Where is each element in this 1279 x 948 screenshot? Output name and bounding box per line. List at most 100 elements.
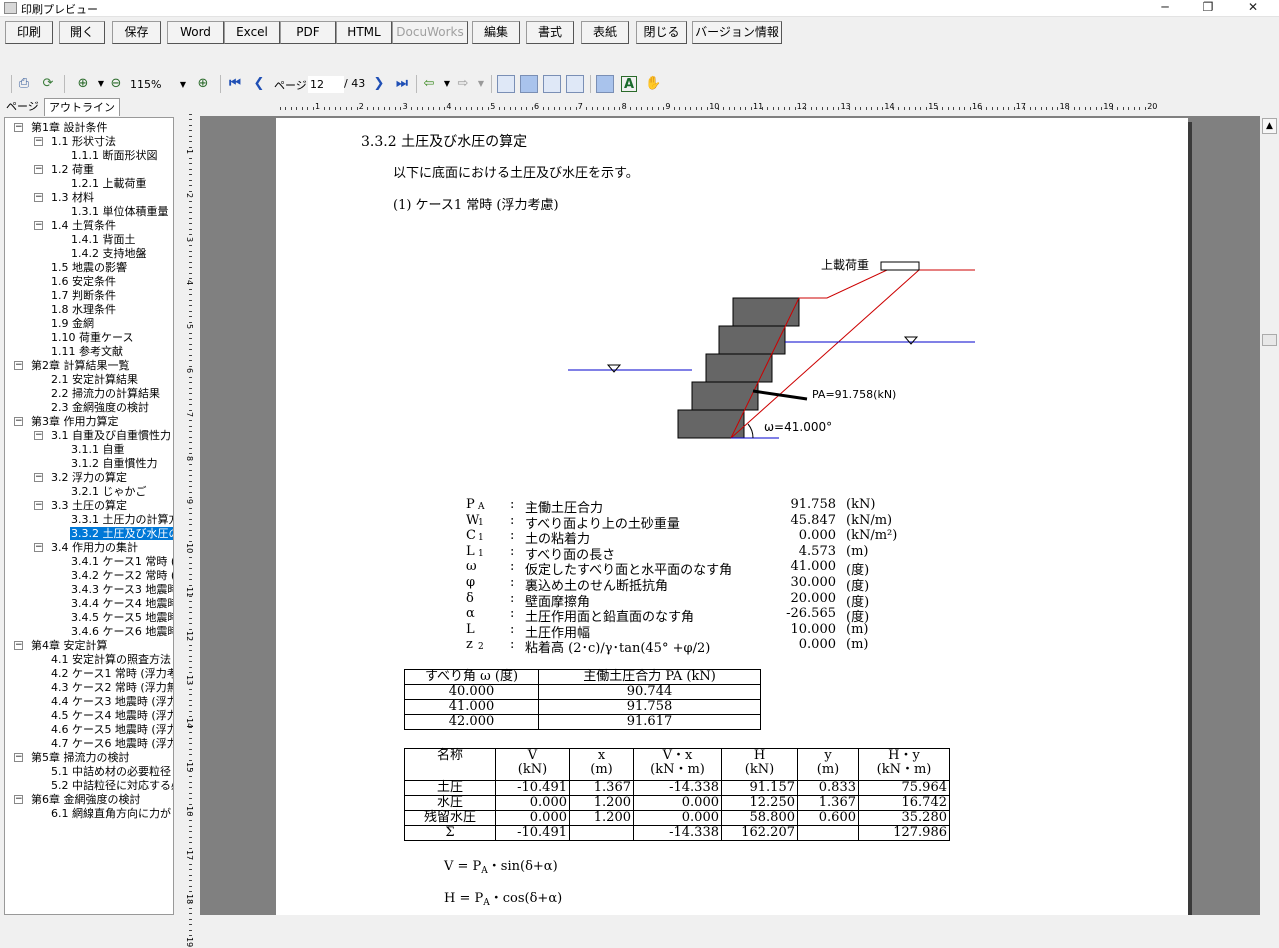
tree-item[interactable]: 1.9 金網 (50, 317, 95, 331)
tree-item[interactable]: − 第3章 作用力算定 (14, 415, 120, 429)
tree-item[interactable]: 5.2 中詰粒径に対応する必 (50, 779, 173, 793)
text-select-tool-icon[interactable]: A (621, 76, 637, 92)
tree-item[interactable]: 1.5 地震の影響 (50, 261, 128, 275)
tree-item[interactable]: − 第2章 計算結果一覧 (14, 359, 131, 373)
tab-outline[interactable]: アウトライン (44, 98, 120, 116)
tree-item[interactable]: 1.11 参考文献 (50, 345, 124, 359)
zoom-select[interactable]: 115% ▼ (130, 76, 188, 93)
tree-item[interactable]: 1.1.1 断面形状図 (70, 149, 159, 163)
tree-item[interactable]: 1.6 安定条件 (50, 275, 117, 289)
chevron-down-icon[interactable]: ▼ (93, 76, 109, 92)
next-page-icon[interactable]: ❯ (371, 76, 387, 92)
tree-item[interactable]: 4.4 ケース3 地震時 (浮力 (50, 695, 173, 709)
tree-item[interactable]: 6.1 網線直角方向に力が (50, 807, 172, 821)
version-info-button[interactable]: バージョン情報 (692, 21, 782, 44)
collapse-toggle-icon[interactable]: − (14, 753, 23, 762)
tree-item[interactable]: 3.4.6 ケース6 地震時 (70, 625, 173, 639)
save-button[interactable]: 保存 (112, 21, 161, 44)
tree-item[interactable]: 1.7 判断条件 (50, 289, 117, 303)
maximize-button[interactable]: ❐ (1193, 0, 1223, 17)
multi-page-view-icon[interactable] (566, 75, 584, 93)
minimize-button[interactable]: ─ (1150, 0, 1180, 17)
tree-item[interactable]: 3.4.4 ケース4 地震時 (70, 597, 173, 611)
tree-item[interactable]: 3.3.1 土圧力の計算方 (70, 513, 173, 527)
zoom-in-icon[interactable]: ⊕ (195, 76, 211, 92)
tree-item[interactable]: 4.2 ケース1 常時 (浮力考 (50, 667, 173, 681)
tree-item[interactable]: − 第4章 安定計算 (14, 639, 109, 653)
tree-item[interactable]: 2.2 掃流力の計算結果 (50, 387, 161, 401)
collapse-toggle-icon[interactable]: − (14, 123, 23, 132)
two-page-view-icon[interactable] (543, 75, 561, 93)
tree-item[interactable]: −1.3 材料 (34, 191, 95, 205)
tree-item[interactable]: 1.3.1 単位体積重量 (70, 205, 170, 219)
single-page-view-icon[interactable] (497, 75, 515, 93)
continuous-view-icon[interactable] (520, 75, 538, 93)
tree-item[interactable]: 3.4.3 ケース3 地震時 (70, 583, 173, 597)
tree-item[interactable]: 4.6 ケース5 地震時 (浮力 (50, 723, 173, 737)
forward-arrow-icon[interactable]: ⇨ (455, 76, 471, 92)
tree-item[interactable]: 1.4.2 支持地盤 (70, 247, 148, 261)
tree-item[interactable]: 1.8 水理条件 (50, 303, 117, 317)
vertical-scrollbar[interactable]: ▲ (1260, 116, 1279, 915)
collapse-toggle-icon[interactable]: − (34, 543, 43, 552)
collapse-toggle-icon[interactable]: − (34, 221, 43, 230)
collapse-toggle-icon[interactable]: − (14, 795, 23, 804)
collapse-toggle-icon[interactable]: − (34, 431, 43, 440)
tree-item[interactable]: −3.4 作用力の集計 (34, 541, 139, 555)
tree-item[interactable]: 3.2.1 じゃかご (70, 485, 148, 499)
word-button[interactable]: Word (167, 21, 224, 44)
tree-item[interactable]: 4.3 ケース2 常時 (浮力無 (50, 681, 173, 695)
html-button[interactable]: HTML (336, 21, 392, 44)
print-button[interactable]: 印刷 (5, 21, 53, 44)
collapse-toggle-icon[interactable]: − (34, 501, 43, 510)
tree-item[interactable]: −1.1 形状寸法 (34, 135, 117, 149)
edit-button[interactable]: 編集 (472, 21, 520, 44)
tree-item[interactable]: 1.2.1 上載荷重 (70, 177, 148, 191)
scroll-thumb[interactable] (1262, 334, 1277, 346)
collapse-toggle-icon[interactable]: − (34, 473, 43, 482)
format-button[interactable]: 書式 (526, 21, 574, 44)
tree-item[interactable]: 3.1.2 自重慣性力 (70, 457, 159, 471)
print-preview-icon[interactable]: ⎙ (16, 76, 32, 92)
tree-item[interactable]: 3.4.2 ケース2 常時 (浮 (70, 569, 173, 583)
tree-item[interactable]: −3.2 浮力の算定 (34, 471, 128, 485)
pointer-tool-icon[interactable] (596, 75, 614, 93)
collapse-toggle-icon[interactable]: − (14, 641, 23, 650)
docuworks-button[interactable]: DocuWorks (392, 21, 468, 44)
collapse-toggle-icon[interactable]: − (14, 361, 23, 370)
zoom-out-icon[interactable]: ⊖ (108, 76, 124, 92)
tree-item[interactable]: − 第6章 金網強度の検討 (14, 793, 142, 807)
back-arrow-icon[interactable]: ⇦ (421, 76, 437, 92)
tree-item[interactable]: −3.3 土圧の算定 (34, 499, 128, 513)
tree-item[interactable]: 3.4.1 ケース1 常時 (浮 (70, 555, 173, 569)
collapse-toggle-icon[interactable]: − (14, 417, 23, 426)
tree-item[interactable]: 1.10 荷重ケース (50, 331, 134, 345)
back-dropdown-icon[interactable]: ▼ (439, 76, 455, 92)
tree-item[interactable]: 2.3 金網強度の検討 (50, 401, 150, 415)
zoom-in-dropdown-icon[interactable]: ⊕ (75, 76, 91, 92)
collapse-toggle-icon[interactable]: − (34, 165, 43, 174)
tab-page[interactable]: ページ (2, 98, 43, 116)
open-button[interactable]: 開く (59, 21, 105, 44)
tree-item[interactable]: 2.1 安定計算結果 (50, 373, 139, 387)
tree-item[interactable]: 5.1 中詰め材の必要粒径 (50, 765, 172, 779)
close-button[interactable]: ✕ (1238, 0, 1268, 17)
excel-button[interactable]: Excel (224, 21, 280, 44)
page-number-input[interactable]: 12 (308, 76, 344, 93)
collapse-toggle-icon[interactable]: − (34, 193, 43, 202)
tree-item[interactable]: 4.7 ケース6 地震時 (浮力 (50, 737, 173, 751)
tree-item[interactable]: 1.4.1 背面土 (70, 233, 137, 247)
last-page-icon[interactable]: ⏭ (394, 76, 410, 92)
forward-dropdown-icon[interactable]: ▼ (473, 76, 489, 92)
refresh-icon[interactable]: ⟳ (40, 76, 56, 92)
tree-item[interactable]: 3.1.1 自重 (70, 443, 126, 457)
tree-item[interactable]: 3.3.2 土圧及び水圧の (70, 527, 173, 541)
close-preview-button[interactable]: 閉じる (636, 21, 687, 44)
pdf-button[interactable]: PDF (280, 21, 336, 44)
tree-item[interactable]: 3.4.5 ケース5 地震時 (70, 611, 173, 625)
tree-item[interactable]: 4.5 ケース4 地震時 (浮力 (50, 709, 173, 723)
tree-item[interactable]: − 第1章 設計条件 (14, 121, 109, 135)
first-page-icon[interactable]: ⏮ (227, 76, 243, 92)
zoom-dropdown-icon[interactable]: ▼ (180, 76, 186, 93)
tree-item[interactable]: 4.1 安定計算の照査方法 (50, 653, 172, 667)
